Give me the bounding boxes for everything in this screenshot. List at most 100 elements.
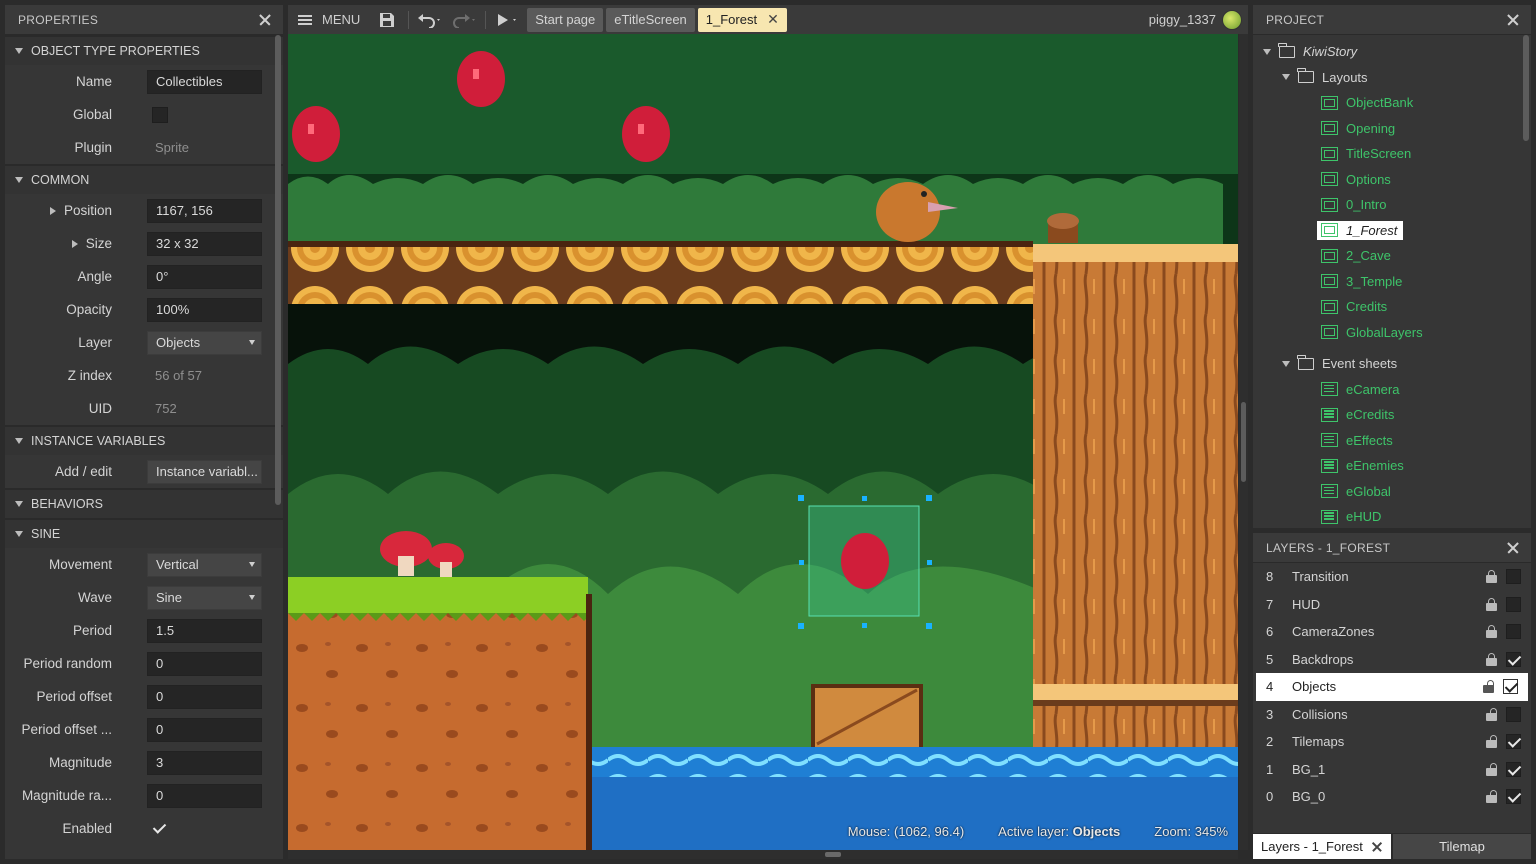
tree-root[interactable]: KiwiStory <box>1253 39 1531 65</box>
canvas-vertical-scrollbar[interactable] <box>1239 34 1248 850</box>
lock-icon[interactable] <box>1486 597 1497 611</box>
instance-variables-button[interactable]: Instance variabl... <box>147 459 262 484</box>
lock-icon[interactable] <box>1486 652 1497 666</box>
layout-icon <box>1321 248 1338 263</box>
layer-row[interactable]: 0 BG_0 <box>1253 783 1531 811</box>
tab-etitlescreen[interactable]: eTitleScreen <box>606 7 695 32</box>
layer-row[interactable]: 5 Backdrops <box>1253 646 1531 674</box>
visibility-checkbox[interactable] <box>1506 651 1521 667</box>
tab-layers[interactable]: Layers - 1_Forest <box>1253 834 1391 859</box>
layout-canvas[interactable]: Mouse: (1062, 96.4) Active layer: Object… <box>288 34 1238 850</box>
tree-layout-item[interactable]: Credits <box>1253 294 1531 320</box>
layer-row[interactable]: 6 CameraZones <box>1253 618 1531 646</box>
lock-icon[interactable] <box>1486 707 1497 721</box>
undo-button[interactable] <box>413 5 447 34</box>
tree-layout-item[interactable]: 3_Temple <box>1253 269 1531 295</box>
tree-folder-layouts[interactable]: Layouts <box>1253 65 1531 91</box>
global-checkbox[interactable] <box>152 106 168 123</box>
section-behaviors[interactable]: BEHAVIORS <box>5 488 283 518</box>
tree-event-sheet-item[interactable]: eEnemies <box>1253 453 1531 479</box>
section-object-type[interactable]: OBJECT TYPE PROPERTIES <box>5 35 283 65</box>
section-sine[interactable]: SINE <box>5 518 283 548</box>
close-icon[interactable] <box>257 12 273 28</box>
tree-event-sheet-item[interactable]: eEffects <box>1253 428 1531 454</box>
project-header: PROJECT <box>1253 5 1531 35</box>
scroll-thumb[interactable] <box>825 852 841 857</box>
layer-row[interactable]: 4 Objects <box>1256 673 1528 701</box>
section-instance-variables[interactable]: INSTANCE VARIABLES <box>5 425 283 455</box>
redo-button[interactable] <box>447 5 481 34</box>
save-button[interactable] <box>370 5 404 34</box>
tree-folder-event-sheets[interactable]: Event sheets <box>1253 351 1531 377</box>
active-layer-readout: Active layer: Objects <box>998 824 1121 839</box>
expand-icon[interactable] <box>49 206 56 215</box>
visibility-checkbox[interactable] <box>1506 734 1521 749</box>
close-icon[interactable] <box>1505 12 1521 28</box>
tree-layout-item[interactable]: GlobalLayers <box>1253 320 1531 346</box>
position-field[interactable]: 1167, 156 <box>147 198 262 223</box>
lock-icon[interactable] <box>1486 762 1497 776</box>
lock-icon[interactable] <box>1483 680 1494 693</box>
lock-icon[interactable] <box>1486 790 1497 803</box>
lock-icon[interactable] <box>1486 625 1497 638</box>
layer-name: BG_0 <box>1292 789 1326 805</box>
visibility-checkbox[interactable] <box>1506 569 1521 584</box>
size-field[interactable]: 32 x 32 <box>147 231 262 256</box>
tree-layout-item[interactable]: 1_Forest <box>1253 218 1531 244</box>
tree-layout-item[interactable]: 0_Intro <box>1253 192 1531 218</box>
close-icon[interactable]: ✕ <box>767 11 779 28</box>
visibility-checkbox[interactable] <box>1503 679 1518 694</box>
period-field[interactable]: 1.5 <box>147 618 262 643</box>
lock-icon[interactable] <box>1486 735 1497 748</box>
magnitude-random-field[interactable]: 0 <box>147 783 262 808</box>
visibility-checkbox[interactable] <box>1506 789 1521 804</box>
selected-layout[interactable]: 1_Forest <box>1317 220 1404 240</box>
visibility-checkbox[interactable] <box>1506 761 1521 777</box>
angle-field[interactable]: 0° <box>147 264 262 289</box>
layer-row[interactable]: 1 BG_1 <box>1253 756 1531 784</box>
menu-button[interactable]: MENU <box>288 5 370 34</box>
movement-select[interactable]: Vertical <box>147 552 262 577</box>
canvas-horizontal-scrollbar[interactable] <box>288 850 1238 859</box>
visibility-checkbox[interactable] <box>1506 596 1521 612</box>
project-scrollbar[interactable] <box>1523 35 1529 141</box>
layer-row[interactable]: 7 HUD <box>1253 591 1531 619</box>
lock-icon[interactable] <box>1486 570 1497 583</box>
layer-row[interactable]: 8 Transition <box>1253 563 1531 591</box>
tree-event-sheet-item[interactable]: eGlobal <box>1253 479 1531 505</box>
tab-1-forest[interactable]: 1_Forest ✕ <box>697 7 787 32</box>
magnitude-field[interactable]: 3 <box>147 750 262 775</box>
opacity-field[interactable]: 100% <box>147 297 262 322</box>
tree-event-sheet-item[interactable]: eHUD <box>1253 504 1531 528</box>
name-field[interactable]: Collectibles <box>147 69 262 94</box>
tree-event-sheet-item[interactable]: eCamera <box>1253 377 1531 403</box>
layer-row[interactable]: 3 Collisions <box>1253 701 1531 729</box>
enabled-checkbox[interactable] <box>152 821 168 837</box>
wave-select[interactable]: Sine <box>147 585 262 610</box>
visibility-checkbox[interactable] <box>1506 624 1521 639</box>
preview-button[interactable] <box>490 5 524 34</box>
tab-start-page[interactable]: Start page <box>527 7 604 32</box>
layer-row[interactable]: 2 Tilemaps <box>1253 728 1531 756</box>
tree-layout-item[interactable]: ObjectBank <box>1253 90 1531 116</box>
period-offset-field[interactable]: 0 <box>147 684 262 709</box>
expand-icon[interactable] <box>71 239 78 248</box>
tree-layout-item[interactable]: TitleScreen <box>1253 141 1531 167</box>
tree-layout-item[interactable]: Opening <box>1253 116 1531 142</box>
tree-layout-item[interactable]: 2_Cave <box>1253 243 1531 269</box>
tab-tilemap[interactable]: Tilemap <box>1393 834 1531 859</box>
layer-select[interactable]: Objects <box>147 330 262 355</box>
scroll-thumb[interactable] <box>1241 402 1246 482</box>
period-offset-random-field[interactable]: 0 <box>147 717 262 742</box>
layout-icon <box>1321 172 1338 187</box>
layer-index: 0 <box>1266 789 1274 805</box>
close-icon[interactable] <box>1371 841 1383 853</box>
properties-scrollbar[interactable] <box>275 35 281 505</box>
user-account[interactable]: piggy_1337 <box>1149 9 1248 30</box>
section-common[interactable]: COMMON <box>5 164 283 194</box>
close-icon[interactable] <box>1505 540 1521 556</box>
visibility-checkbox[interactable] <box>1506 706 1521 722</box>
tree-layout-item[interactable]: Options <box>1253 167 1531 193</box>
period-random-field[interactable]: 0 <box>147 651 262 676</box>
tree-event-sheet-item[interactable]: eCredits <box>1253 402 1531 428</box>
